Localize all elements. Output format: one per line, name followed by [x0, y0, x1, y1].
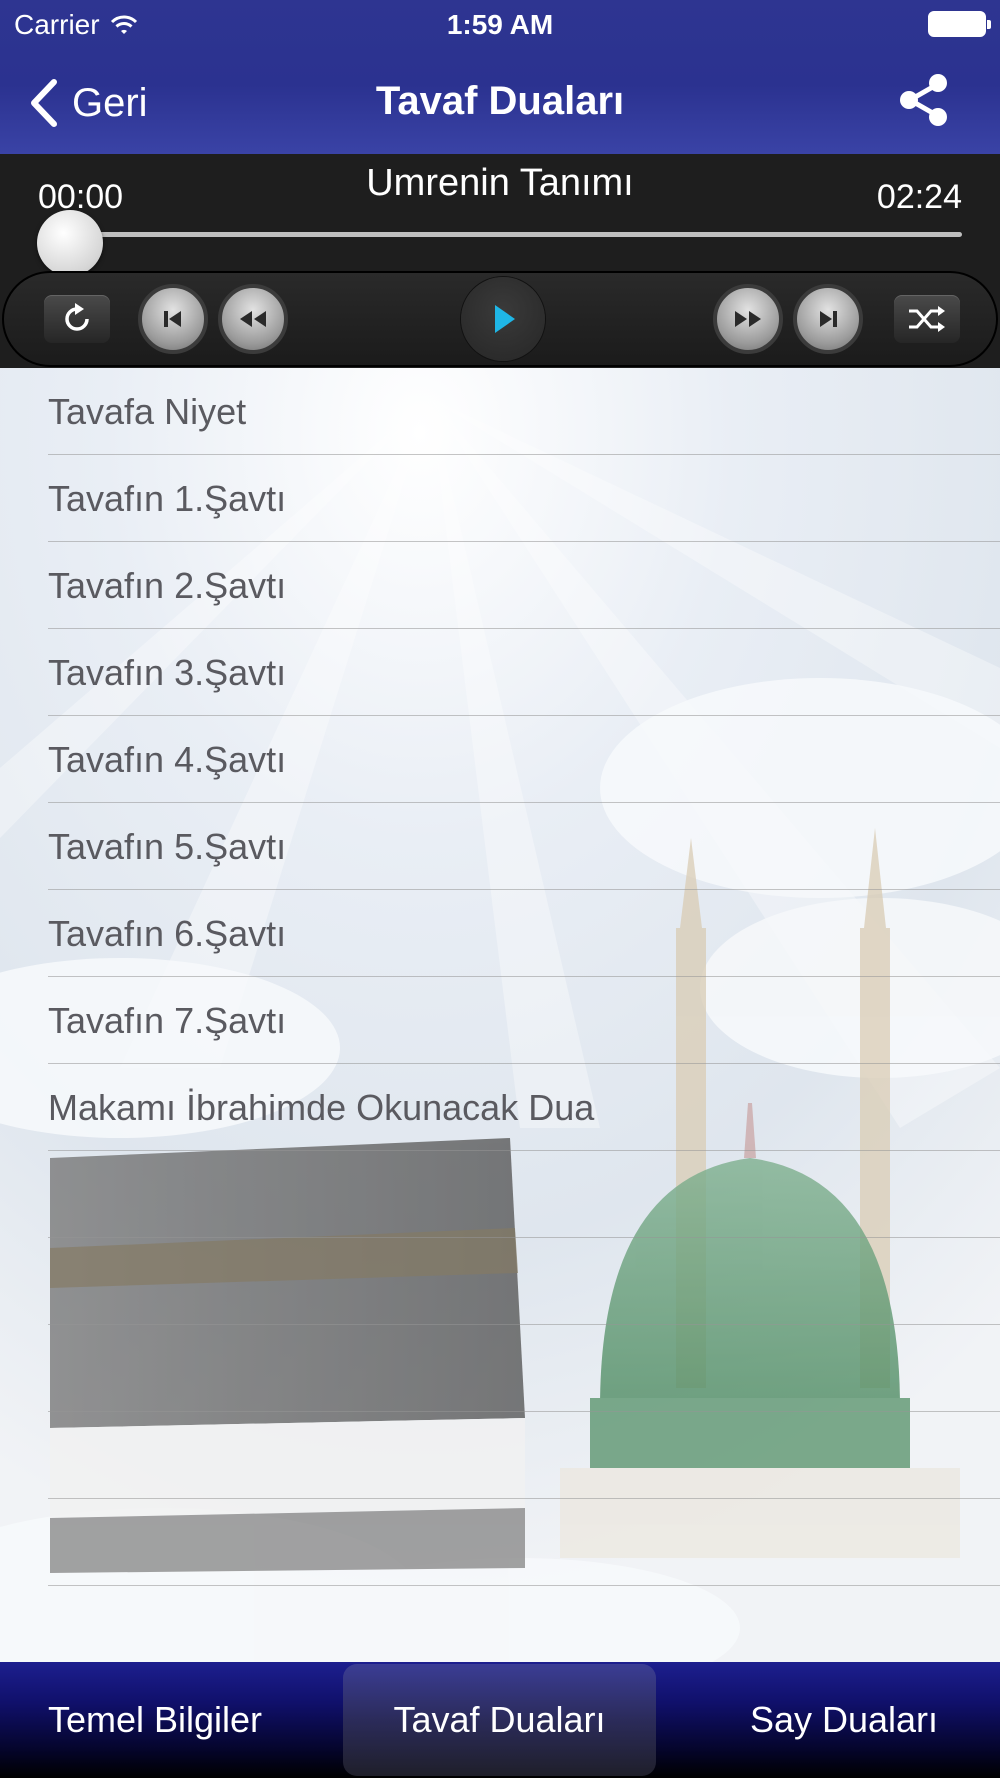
play-button[interactable]: [461, 277, 545, 361]
list-item: [48, 1499, 1000, 1586]
list-item-label: Tavafın 1.Şavtı: [48, 478, 287, 519]
list-item-label: Tavafın 6.Şavtı: [48, 913, 287, 954]
share-button[interactable]: [896, 72, 952, 128]
shuffle-button[interactable]: [894, 295, 960, 343]
chevron-left-icon: [31, 79, 57, 127]
next-track-button[interactable]: [793, 284, 863, 354]
list-item[interactable]: Tavafın 4.Şavtı: [48, 716, 1000, 803]
fast-forward-button[interactable]: [713, 284, 783, 354]
list-item: [48, 1151, 1000, 1238]
list-item-label: Tavafın 7.Şavtı: [48, 1000, 287, 1041]
fast-forward-icon: [735, 311, 761, 327]
rewind-button[interactable]: [218, 284, 288, 354]
list-item-label: Tavafın 3.Şavtı: [48, 652, 287, 693]
track-title: Umrenin Tanımı: [366, 162, 634, 204]
page-title: Tavaf Duaları: [375, 79, 625, 123]
list-item[interactable]: Makamı İbrahimde Okunacak Dua: [48, 1064, 1000, 1151]
tab-tavaf-dualari[interactable]: Tavaf Duaları: [343, 1664, 656, 1776]
status-bar: Carrier 1:59 AM: [0, 0, 1000, 48]
tab-temel-bilgiler[interactable]: Temel Bilgiler: [0, 1662, 310, 1778]
repeat-icon: [65, 303, 89, 331]
list-item[interactable]: Tavafın 3.Şavtı: [48, 629, 1000, 716]
list-item[interactable]: Tavafa Niyet: [48, 368, 1000, 455]
dua-list: Tavafa Niyet Tavafın 1.Şavtı Tavafın 2.Şav…: [0, 368, 1000, 1586]
battery-icon: [928, 11, 991, 37]
list-item: [48, 1325, 1000, 1412]
back-button-label: Geri: [72, 80, 148, 125]
rewind-icon: [240, 311, 266, 327]
tab-label: Say Duaları: [749, 1699, 939, 1740]
tab-label: Tavaf Duaları: [393, 1699, 606, 1740]
status-time: 1:59 AM: [446, 9, 554, 40]
audio-player: 00:00 Umrenin Tanımı 02:24: [0, 154, 1000, 368]
navigation-bar: Carrier 1:59 AM Geri Tavaf Duaları: [0, 0, 1000, 154]
list-item-label: Tavafın 5.Şavtı: [48, 826, 287, 867]
time-total: 02:24: [876, 178, 962, 216]
list-item[interactable]: Tavafın 7.Şavtı: [48, 977, 1000, 1064]
progress-thumb[interactable]: [37, 210, 103, 276]
list-item[interactable]: Tavafın 6.Şavtı: [48, 890, 1000, 977]
skip-next-icon: [820, 311, 837, 327]
list-item[interactable]: Tavafın 5.Şavtı: [48, 803, 1000, 890]
skip-previous-icon: [164, 311, 181, 327]
list-item-label: Tavafın 4.Şavtı: [48, 739, 287, 780]
list-item: [48, 1238, 1000, 1325]
play-icon: [495, 305, 515, 333]
list-item[interactable]: Tavafın 2.Şavtı: [48, 542, 1000, 629]
previous-track-button[interactable]: [138, 284, 208, 354]
player-controls: [2, 271, 998, 367]
list-item-label: Tavafa Niyet: [48, 391, 247, 432]
progress-slider[interactable]: [70, 232, 962, 237]
list-item[interactable]: Tavafın 1.Şavtı: [48, 455, 1000, 542]
repeat-button[interactable]: [44, 295, 110, 343]
list-item-label: Tavafın 2.Şavtı: [48, 565, 287, 606]
tab-bar: Temel Bilgiler Tavaf Duaları Say Duaları: [0, 1662, 1000, 1778]
list-item-label: Makamı İbrahimde Okunacak Dua: [48, 1087, 595, 1128]
share-icon: [900, 74, 947, 126]
content-area: Tavafa Niyet Tavafın 1.Şavtı Tavafın 2.Şav…: [0, 368, 1000, 1662]
tab-say-dualari[interactable]: Say Duaları: [688, 1662, 1000, 1778]
tab-label: Temel Bilgiler: [47, 1699, 263, 1740]
back-button[interactable]: Geri: [28, 74, 148, 132]
list-item: [48, 1412, 1000, 1499]
shuffle-icon: [909, 306, 945, 332]
